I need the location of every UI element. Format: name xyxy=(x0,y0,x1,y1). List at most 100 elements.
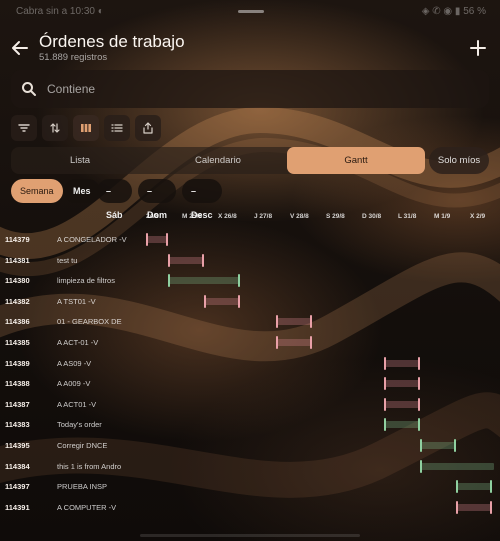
gantt-bar[interactable] xyxy=(167,253,204,267)
gantt-date-header: 24/8 M 25/8 X 26/8 J 27/8 V 28/8 S 29/8 D 30/8… xyxy=(0,213,500,223)
order-id: 114379 xyxy=(5,235,30,244)
order-name: Corregir DNCE xyxy=(57,441,108,450)
gantt-bar[interactable] xyxy=(455,500,492,514)
gantt-bar[interactable] xyxy=(275,315,312,329)
gantt-bar-start-marker xyxy=(383,356,386,370)
order-name: A ACT01 -V xyxy=(57,399,97,409)
tab-lista[interactable]: Lista xyxy=(11,147,149,174)
gantt-row[interactable]: 114388 A A009 -V xyxy=(0,374,500,394)
gantt-date-label: J 27/8 xyxy=(254,213,273,220)
list-button[interactable] xyxy=(104,115,130,141)
gantt-bar[interactable] xyxy=(275,336,312,349)
gantt-row[interactable]: 114397 PRUEBA INSP xyxy=(0,477,500,497)
gantt-bar[interactable] xyxy=(383,418,420,432)
gantt-bar-start-marker xyxy=(167,253,170,267)
search-bar[interactable] xyxy=(11,70,489,108)
order-name: limpieza de filtros xyxy=(57,276,115,286)
gantt-date-label: 24/8 xyxy=(146,213,159,220)
list-icon xyxy=(111,124,123,132)
back-button[interactable] xyxy=(8,36,32,60)
order-name: A ACT-01 -V xyxy=(57,338,99,347)
gantt-date-label: V 28/8 xyxy=(290,213,309,220)
gantt-bar-end-marker xyxy=(453,439,456,452)
gantt-bar[interactable] xyxy=(419,459,494,473)
order-id: 114387 xyxy=(5,399,30,409)
gantt-row[interactable]: 114380 limpieza de filtros xyxy=(0,271,500,291)
search-input[interactable] xyxy=(47,70,467,108)
tab-gantt[interactable]: Gantt xyxy=(287,147,425,174)
gantt-row[interactable]: 114383 Today's order xyxy=(0,415,500,435)
chip-semana[interactable]: Semana xyxy=(11,179,63,203)
gantt-bar-start-marker xyxy=(203,294,206,308)
gantt-bar[interactable] xyxy=(383,377,420,391)
gantt-bar-start-marker xyxy=(275,336,278,349)
gantt-date-label: M 1/9 xyxy=(434,213,451,220)
gantt-bar[interactable] xyxy=(146,233,168,246)
gantt-row[interactable]: 114391 A COMPUTER -V xyxy=(0,498,500,518)
gantt-row[interactable]: 114381 test tu xyxy=(0,251,500,271)
gantt-bar-start-marker xyxy=(167,274,170,288)
chip-sab[interactable]: – Sáb xyxy=(97,179,132,220)
gantt-bar[interactable] xyxy=(383,356,420,370)
order-name: Today's order xyxy=(57,420,102,430)
order-id: 114395 xyxy=(5,441,30,450)
gantt-bar[interactable] xyxy=(203,294,240,308)
gantt-row[interactable]: 114384 this 1 is from Andro xyxy=(0,457,500,477)
status-left: Cabra sin a 10:30 ◐ xyxy=(16,6,104,17)
chip-desc[interactable]: – Desc xyxy=(182,179,222,220)
gantt-row[interactable]: 114379 A CONGELADOR -V xyxy=(0,230,500,250)
gantt-row[interactable]: 114395 Corregir DNCE xyxy=(0,436,500,456)
gantt-bar[interactable] xyxy=(167,274,240,288)
status-right: ◈ ✆ ◉ ▮ 56 % xyxy=(421,6,486,17)
gantt-bar[interactable] xyxy=(455,480,492,494)
order-id: 114381 xyxy=(5,255,30,265)
toolbar xyxy=(11,115,161,141)
drag-handle xyxy=(238,10,264,13)
tab-calendario[interactable]: Calendario xyxy=(149,147,287,174)
gantt-bar-start-marker xyxy=(383,397,386,411)
gantt-bar-end-marker xyxy=(165,233,168,246)
order-name: A COMPUTER -V xyxy=(57,502,117,512)
gantt-row[interactable]: 114386 01 - GEARBOX DE xyxy=(0,312,500,332)
order-id: 114386 xyxy=(5,317,30,327)
gantt-bar-start-marker xyxy=(383,418,386,432)
order-name: 01 - GEARBOX DE xyxy=(57,317,122,327)
share-icon xyxy=(143,122,153,134)
solo-mios-toggle[interactable]: Solo míos xyxy=(429,147,489,174)
record-count: 51.889 registros xyxy=(39,52,108,63)
order-name: A A009 -V xyxy=(57,379,91,389)
order-id: 114397 xyxy=(5,482,30,492)
order-name: A AS09 -V xyxy=(57,358,92,368)
gantt-date-label: D 30/8 xyxy=(362,213,382,220)
gantt-row[interactable]: 114382 A TST01 -V xyxy=(0,292,500,312)
page-title: Órdenes de trabajo xyxy=(39,32,185,51)
gantt-date-label: X 2/9 xyxy=(470,213,486,220)
view-segmented-control: Lista Calendario Gantt xyxy=(11,147,425,174)
order-id: 114385 xyxy=(5,338,30,347)
chip-dom[interactable]: – Dom xyxy=(138,179,176,220)
chip-mes[interactable]: Mes xyxy=(64,179,100,203)
order-name: test tu xyxy=(57,255,78,265)
gantt-bar-start-marker xyxy=(455,480,458,494)
gantt-bar-end-marker xyxy=(489,480,492,494)
order-id: 114389 xyxy=(5,358,30,368)
gantt-bar[interactable] xyxy=(419,439,456,452)
add-button[interactable] xyxy=(468,38,488,58)
gantt-bar[interactable] xyxy=(383,397,420,411)
plus-icon xyxy=(470,40,486,56)
gantt-bar-start-marker xyxy=(419,459,422,473)
gantt-date-label: L 31/8 xyxy=(398,213,417,220)
columns-button[interactable] xyxy=(73,115,99,141)
share-button[interactable] xyxy=(135,115,161,141)
gantt-bar-end-marker xyxy=(417,356,420,370)
gantt-bar-end-marker xyxy=(237,274,240,288)
gantt-row[interactable]: 114389 A AS09 -V xyxy=(0,354,500,374)
gantt-date-label: M 25/8 xyxy=(182,213,202,220)
sort-button[interactable] xyxy=(42,115,68,141)
gantt-row[interactable]: 114387 A ACT01 -V xyxy=(0,395,500,415)
gantt-date-label: S 29/8 xyxy=(326,213,345,220)
gantt-row[interactable]: 114385 A ACT-01 -V xyxy=(0,333,500,353)
gantt-bar-start-marker xyxy=(275,315,278,329)
gantt-bar-end-marker xyxy=(309,336,312,349)
filter-button[interactable] xyxy=(11,115,37,141)
